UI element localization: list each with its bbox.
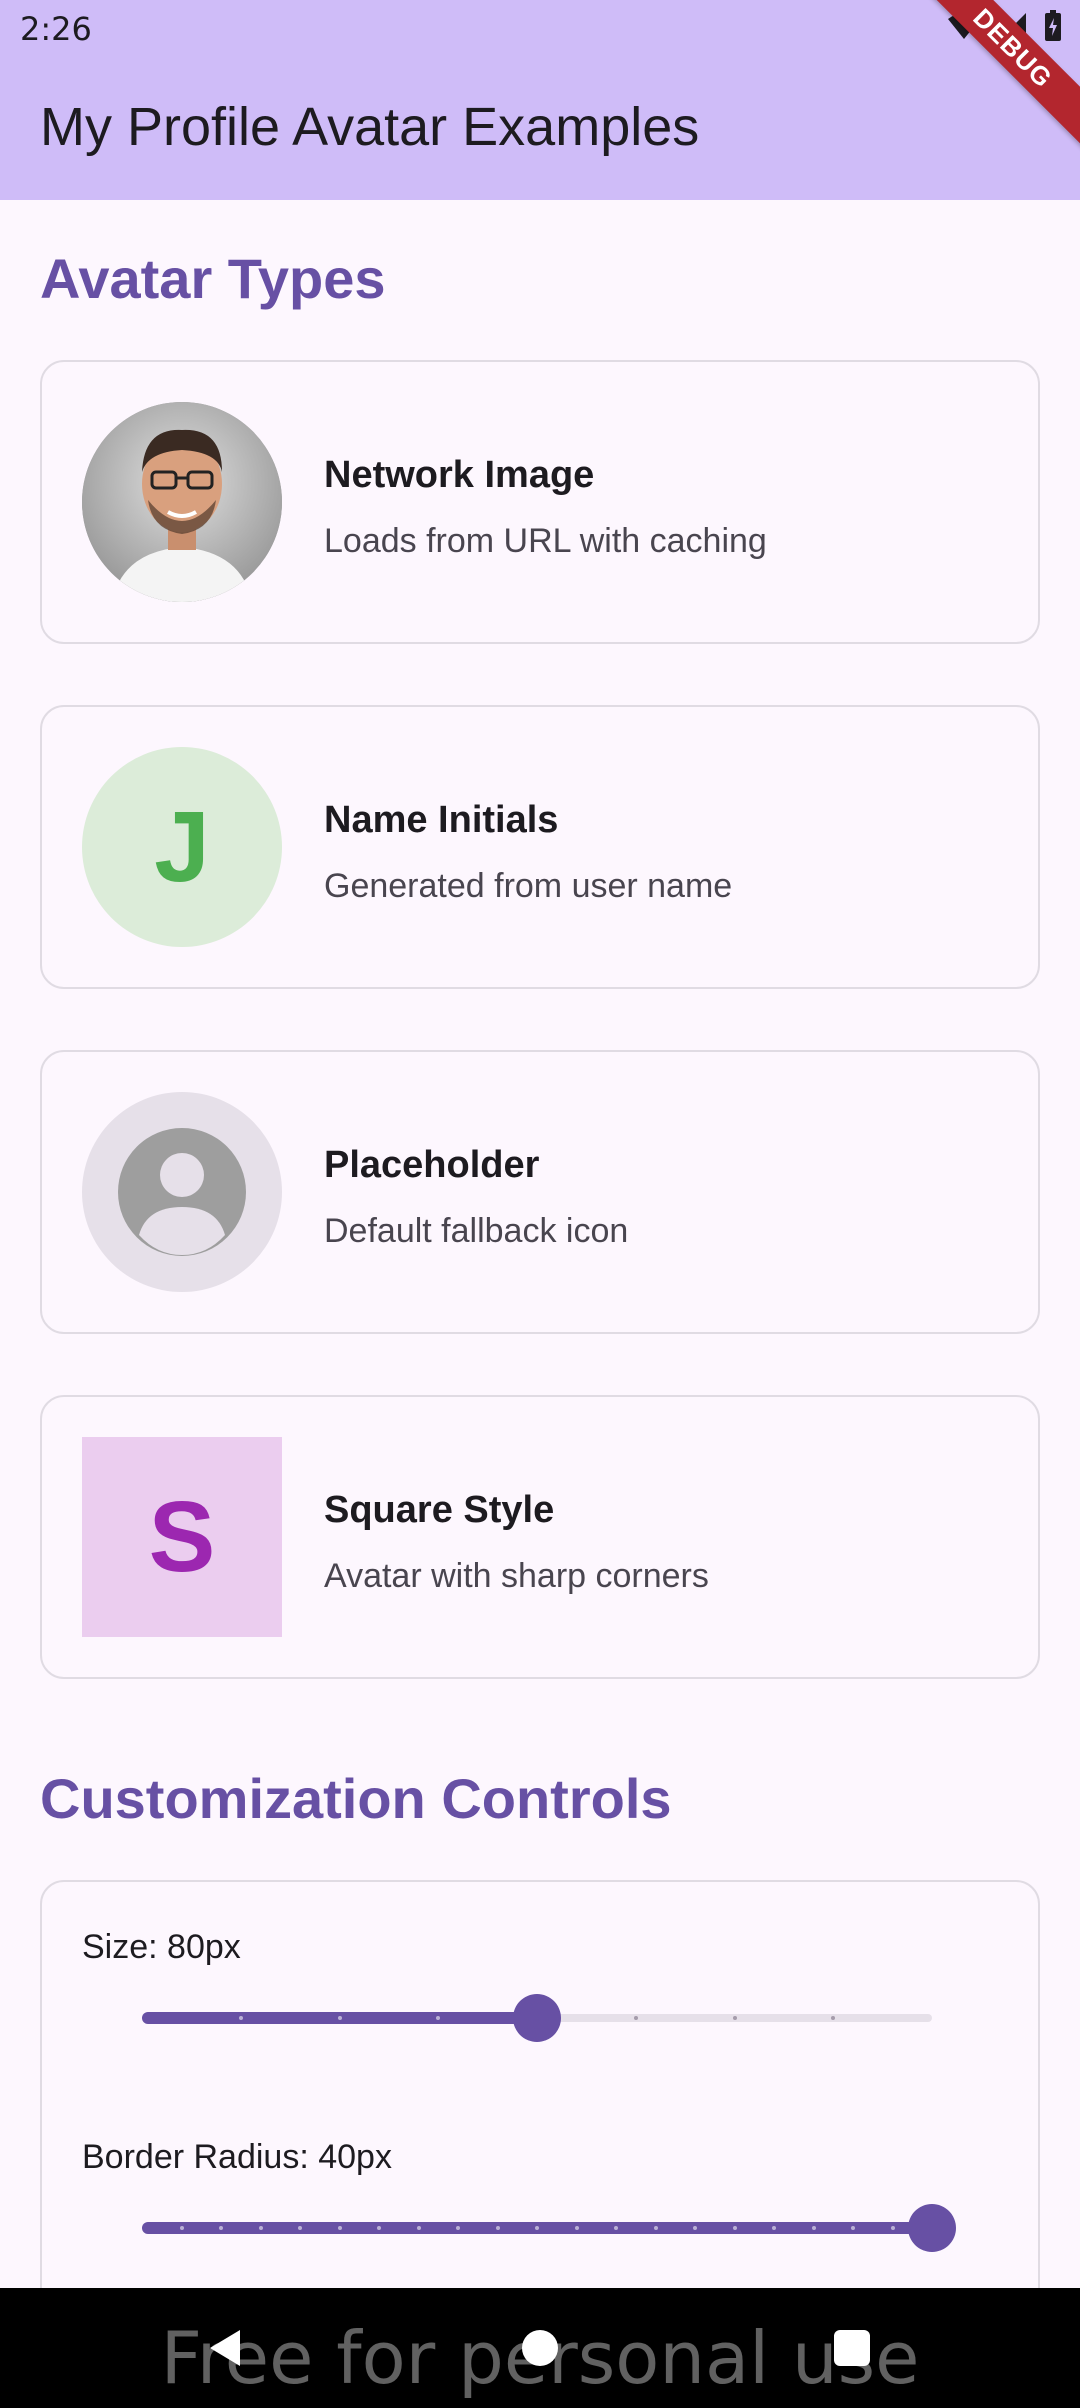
person-icon [118,1128,246,1256]
avatar-initial-text: J [154,790,210,903]
card-square-style: S Square Style Avatar with sharp corners [40,1395,1040,1679]
card-subtitle: Default fallback icon [324,1212,629,1250]
customization-card: Size: 80px Border Radius: 40px [40,1880,1040,2288]
card-title: Network Image [324,454,595,496]
card-title: Placeholder [324,1144,540,1186]
app-bar: My Profile Avatar Examples [0,60,1080,200]
avatar-initial-text: S [148,1480,216,1593]
slider-tick [574,2226,579,2230]
slider-thumb[interactable] [908,2204,956,2252]
status-bar: 2:26 [0,0,1080,60]
card-subtitle: Generated from user name [324,867,733,905]
slider-tick [495,2226,500,2230]
avatar-placeholder [82,1092,282,1292]
slider-tick [238,2016,243,2020]
slider-tick [377,2226,381,2230]
slider-tick [811,2226,816,2230]
section-title-avatar-types: Avatar Types [40,247,386,310]
card-placeholder: Placeholder Default fallback icon [40,1050,1040,1334]
app-bar-title: My Profile Avatar Examples [40,97,700,157]
slider-tick [337,2226,342,2230]
section-title-customization: Customization Controls [40,1767,672,1830]
slider-tick [456,2226,460,2230]
recents-icon [834,2330,870,2366]
avatar-initials: J [82,747,282,947]
border-radius-slider[interactable] [142,2204,956,2252]
size-slider[interactable] [142,1994,932,2042]
slider-tick [219,2226,223,2230]
slider-tick [633,2016,638,2020]
scroll-content[interactable]: Avatar Types Network Image Loads from UR… [0,200,1080,2288]
card-network-image: Network Image Loads from URL with cachin… [40,360,1040,644]
slider-tick [298,2226,302,2230]
slider-tick [772,2226,776,2230]
avatar-square: S [82,1437,282,1637]
card-subtitle: Avatar with sharp corners [324,1557,709,1595]
slider-tick [732,2016,737,2020]
size-label: Size: 80px [82,1928,241,1966]
slider-tick [535,2226,539,2230]
slider-tick [653,2226,658,2230]
card-title: Name Initials [324,799,559,841]
system-nav-bar [0,2288,1080,2408]
slider-tick [614,2226,618,2230]
recents-button[interactable] [822,2318,882,2378]
slider-tick [179,2226,184,2230]
slider-tick [337,2016,342,2020]
home-button[interactable] [510,2318,570,2378]
back-icon [210,2330,240,2366]
battery-icon [1044,10,1062,47]
slider-tick [890,2226,895,2230]
card-name-initials: J Name Initials Generated from user name [40,705,1040,989]
home-icon [522,2330,558,2366]
slider-tick [416,2226,421,2230]
profile-photo-icon [82,402,282,602]
slider-thumb[interactable] [513,1994,561,2042]
status-time: 2:26 [20,10,92,48]
slider-tick [851,2226,855,2230]
slider-tick [693,2226,697,2230]
card-title: Square Style [324,1489,555,1531]
avatar-network-image [82,402,282,602]
slider-tick [732,2226,737,2230]
slider-tick [258,2226,263,2230]
border-radius-label: Border Radius: 40px [82,2138,392,2176]
card-subtitle: Loads from URL with caching [324,522,767,560]
back-button[interactable] [196,2318,256,2378]
